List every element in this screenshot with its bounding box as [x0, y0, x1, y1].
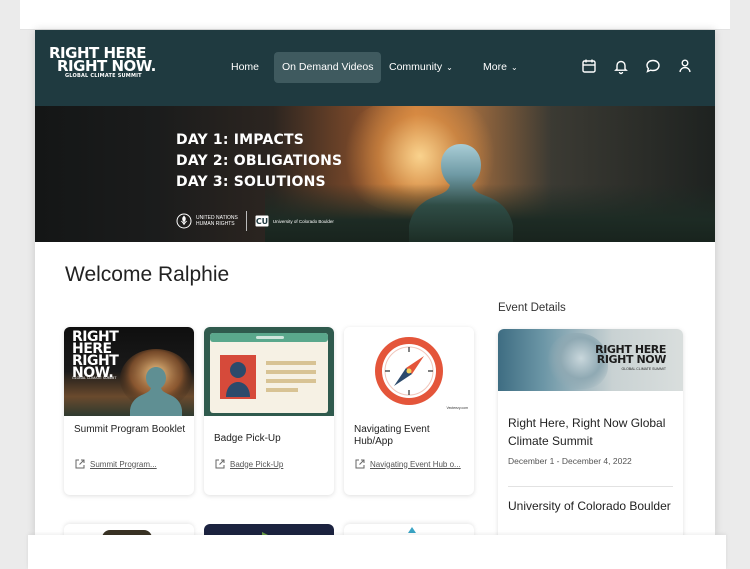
banner-line-1: DAY 1: IMPACTS: [176, 132, 305, 148]
nav-community-label: Community: [389, 61, 443, 73]
logo-line-2: RIGHT NOW.: [57, 57, 156, 75]
external-link-icon: [355, 459, 365, 469]
card-link[interactable]: Badge Pick-Up: [214, 458, 283, 470]
svg-text:CU: CU: [256, 217, 268, 226]
navigating-hub-thumbnail: Vecteezy.com: [344, 327, 474, 416]
event-organizer: University of Colorado Boulder: [508, 499, 671, 513]
silhouette-figure: [409, 144, 513, 242]
event-details-heading: Event Details: [498, 302, 566, 314]
card-link-text[interactable]: Summit Program...: [90, 460, 157, 469]
external-link-icon: [75, 459, 85, 469]
chevron-down-icon: ⌄: [446, 63, 453, 72]
divider: [508, 486, 673, 487]
card-title: Badge Pick-Up: [214, 433, 281, 444]
nav-community[interactable]: Community ⌄: [381, 52, 461, 83]
banner-line-3: DAY 3: SOLUTIONS: [176, 174, 326, 190]
event-dates: December 1 - December 4, 2022: [508, 456, 632, 466]
resource-card-badge-pickup[interactable]: Badge Pick-Up Badge Pick-Up: [204, 327, 334, 495]
nav-on-demand-videos[interactable]: On Demand Videos: [274, 52, 382, 83]
resource-card-navigating-hub[interactable]: Vecteezy.com Navigating Event Hub/App Na…: [344, 327, 474, 495]
resource-card-program-booklet[interactable]: RIGHT HERE RIGHT NOW. GLOBAL CLIMATE SUM…: [64, 327, 194, 495]
un-logo-line-2: HUMAN RIGHTS: [196, 221, 235, 227]
hero-banner: DAY 1: IMPACTS DAY 2: OBLIGATIONS DAY 3:…: [35, 106, 715, 242]
card-link[interactable]: Summit Program...: [74, 458, 157, 470]
summit-logo[interactable]: RIGHT HERE RIGHT NOW. GLOBAL CLIMATE SUM…: [49, 46, 159, 80]
banner-line-2: DAY 2: OBLIGATIONS: [176, 153, 343, 169]
card-link-text[interactable]: Navigating Event Hub o...: [370, 460, 461, 469]
banner-headline: DAY 1: IMPACTS DAY 2: OBLIGATIONS DAY 3:…: [176, 130, 342, 193]
cu-boulder-logo-icon: CU: [255, 215, 269, 227]
partner-logos: UNITED NATIONS HUMAN RIGHTS CU Universit…: [176, 210, 334, 232]
event-banner-image: RIGHT HERE RIGHT NOW GLOBAL CLIMATE SUMM…: [498, 329, 683, 391]
browser-top-strip: [20, 0, 730, 30]
welcome-heading: Welcome Ralphie: [65, 263, 230, 286]
card-title: Navigating Event Hub/App: [354, 424, 430, 447]
chat-icon[interactable]: [644, 57, 662, 75]
united-nations-logo-icon: [176, 213, 192, 229]
nav-more-label: More: [483, 61, 507, 73]
bell-icon[interactable]: [612, 57, 630, 75]
external-link-icon: [215, 459, 225, 469]
event-image-subtext: GLOBAL CLIMATE SUMMIT: [621, 367, 666, 371]
event-image-line-2: RIGHT NOW: [596, 353, 667, 366]
event-hub-app: RIGHT HERE RIGHT NOW. GLOBAL CLIMATE SUM…: [35, 30, 715, 536]
badge-pickup-thumbnail: [204, 327, 334, 416]
cu-boulder-logo-text: University of Colorado Boulder: [272, 218, 334, 224]
image-source-credit: Vecteezy.com: [446, 406, 468, 410]
thumbnail-silhouette: [120, 349, 192, 416]
nav-more[interactable]: More ⌄: [475, 52, 526, 83]
chevron-down-icon: ⌄: [510, 63, 518, 72]
user-icon[interactable]: [676, 57, 694, 75]
event-details-card[interactable]: RIGHT HERE RIGHT NOW GLOBAL CLIMATE SUMM…: [498, 329, 683, 536]
program-booklet-thumbnail: RIGHT HERE RIGHT NOW. GLOBAL CLIMATE SUM…: [64, 327, 194, 416]
calendar-icon[interactable]: [580, 57, 598, 75]
card-link-text[interactable]: Badge Pick-Up: [230, 460, 283, 469]
top-navigation-bar: RIGHT HERE RIGHT NOW. GLOBAL CLIMATE SUM…: [35, 30, 715, 106]
nav-home[interactable]: Home: [223, 52, 267, 83]
event-image-logo: RIGHT HERE RIGHT NOW: [586, 344, 667, 366]
card-title: Summit Program Booklet: [74, 424, 186, 435]
card-link[interactable]: Navigating Event Hub o...: [354, 458, 461, 470]
un-logo-text: UNITED NATIONS HUMAN RIGHTS: [196, 215, 238, 227]
compass-icon: [375, 337, 443, 405]
badge-illustration: [210, 333, 328, 413]
event-title: Right Here, Right Now Global Climate Sum…: [508, 416, 666, 448]
logo-divider: [245, 211, 247, 231]
browser-bottom-strip: [28, 535, 726, 569]
